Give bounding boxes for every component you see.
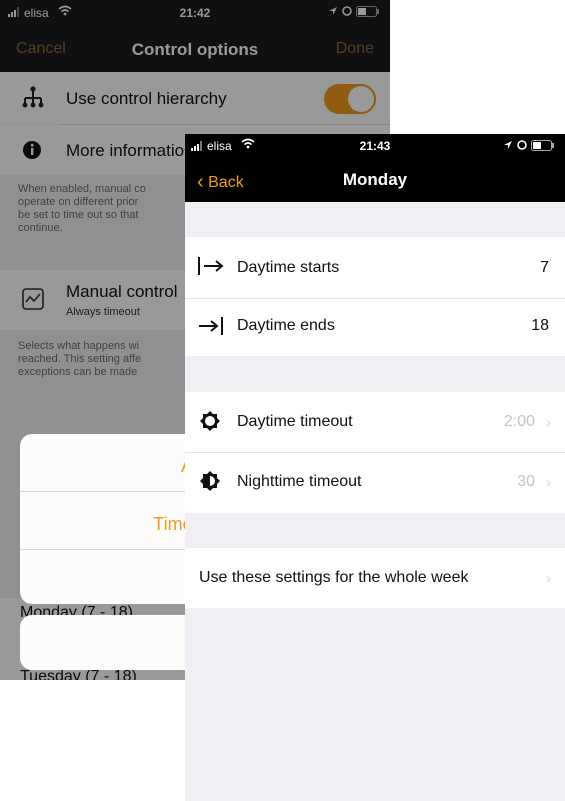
alarm-icon bbox=[517, 139, 527, 153]
daytime-starts-value: 7 bbox=[540, 259, 549, 276]
apply-whole-week-row[interactable]: Use these settings for the whole week › bbox=[185, 548, 565, 608]
daytime-timeout-label: Daytime timeout bbox=[237, 413, 353, 430]
apply-whole-week-label: Use these settings for the whole week bbox=[199, 569, 469, 586]
daytime-timeout-value: 2:00 bbox=[503, 413, 535, 430]
page-title: Monday bbox=[342, 170, 408, 189]
battery-icon bbox=[531, 140, 555, 154]
daytime-timeout-row[interactable]: Daytime timeout 2:00 › bbox=[185, 392, 565, 452]
nav-bar: ‹ Back Monday bbox=[185, 158, 565, 202]
nighttime-timeout-label: Nighttime timeout bbox=[237, 473, 362, 490]
monday-screen: elisa 21:43 ‹ Back Monday Daytime starts… bbox=[185, 134, 565, 801]
daytime-ends-row[interactable]: Daytime ends 18 bbox=[185, 299, 565, 356]
chevron-right-icon: › bbox=[546, 570, 551, 586]
status-bar: elisa 21:43 bbox=[185, 134, 565, 158]
daytime-ends-label: Daytime ends bbox=[237, 317, 335, 334]
nighttime-timeout-row[interactable]: Nighttime timeout 30 › bbox=[185, 453, 565, 513]
chevron-right-icon: › bbox=[546, 474, 551, 490]
nighttime-timeout-value: 30 bbox=[517, 473, 535, 490]
daytime-ends-value: 18 bbox=[531, 317, 549, 334]
daytime-starts-row[interactable]: Daytime starts 7 bbox=[185, 237, 565, 298]
location-icon bbox=[503, 139, 513, 153]
daytime-ends-icon bbox=[197, 315, 225, 342]
moon-sun-icon bbox=[199, 470, 221, 497]
chevron-right-icon: › bbox=[546, 414, 551, 430]
daytime-starts-icon bbox=[197, 255, 225, 282]
sun-icon bbox=[199, 410, 221, 437]
daytime-starts-label: Daytime starts bbox=[237, 259, 340, 276]
